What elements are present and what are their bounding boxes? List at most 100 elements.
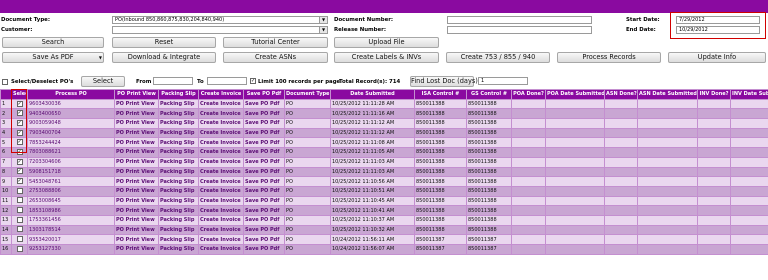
po-print-view-link[interactable]: PO Print View [114, 147, 159, 158]
po-print-view-link[interactable]: PO Print View [114, 156, 159, 168]
row-checkbox[interactable] [16, 226, 23, 233]
process-po-link[interactable]: 1753361456 [27, 214, 115, 226]
row-checkbox[interactable]: ✓ [16, 139, 23, 146]
reset-button[interactable]: Reset [112, 37, 216, 48]
row-checkbox[interactable] [16, 236, 23, 243]
process-records-button[interactable]: Process Records [557, 52, 661, 63]
packing-slip-link[interactable]: Packing Slip [158, 176, 199, 187]
packing-slip-link[interactable]: Packing Slip [158, 98, 199, 110]
row-checkbox[interactable]: ✓ [16, 129, 23, 136]
packing-slip-link[interactable]: Packing Slip [158, 156, 199, 168]
create-invoice-link[interactable]: Create Invoice [198, 166, 244, 178]
release-number-input[interactable] [447, 26, 592, 34]
save-po-pdf-link[interactable]: Save PO Pdf [243, 185, 285, 197]
packing-slip-link[interactable]: Packing Slip [158, 234, 199, 245]
po-print-view-link[interactable]: PO Print View [114, 166, 159, 178]
from-input[interactable] [153, 77, 193, 85]
process-po-link[interactable]: 9353420017 [27, 234, 115, 245]
row-checkbox[interactable]: ✓ [16, 110, 23, 117]
search-button[interactable]: Search [2, 37, 104, 48]
packing-slip-link[interactable]: Packing Slip [158, 195, 199, 207]
process-po-link[interactable]: 1853108986 [27, 205, 115, 216]
save-po-pdf-link[interactable]: Save PO Pdf [243, 205, 285, 216]
packing-slip-link[interactable]: Packing Slip [158, 147, 199, 158]
packing-slip-link[interactable]: Packing Slip [158, 214, 199, 226]
row-checkbox[interactable]: ✓ [16, 168, 23, 175]
save-po-pdf-link[interactable]: Save PO Pdf [243, 147, 285, 158]
packing-slip-link[interactable]: Packing Slip [158, 185, 199, 197]
create-invoice-link[interactable]: Create Invoice [198, 118, 244, 129]
create-invoice-link[interactable]: Create Invoice [198, 98, 244, 110]
tutorial-center-button[interactable]: Tutorial Center [223, 37, 328, 48]
limit-checkbox[interactable]: ✓ [250, 78, 256, 84]
save-po-pdf-link[interactable]: Save PO Pdf [243, 118, 285, 129]
po-print-view-link[interactable]: PO Print View [114, 98, 159, 110]
create-labels-invs-button[interactable]: Create Labels & INVs [334, 52, 439, 63]
process-po-link[interactable]: 2653008645 [27, 195, 115, 207]
days-input[interactable]: 1 [478, 77, 528, 85]
row-checkbox[interactable]: ✓ [16, 100, 23, 107]
packing-slip-link[interactable]: Packing Slip [158, 166, 199, 178]
po-print-view-link[interactable]: PO Print View [114, 214, 159, 226]
po-print-view-link[interactable]: PO Print View [114, 244, 159, 255]
create-invoice-link[interactable]: Create Invoice [198, 185, 244, 197]
create-asns-button[interactable]: Create ASNs [223, 52, 328, 63]
find-lost-doc-button[interactable]: Find Lost Doc (days) [410, 76, 478, 87]
save-po-pdf-link[interactable]: Save PO Pdf [243, 195, 285, 207]
po-print-view-link[interactable]: PO Print View [114, 118, 159, 129]
save-po-pdf-link[interactable]: Save PO Pdf [243, 137, 285, 149]
save-po-pdf-link[interactable]: Save PO Pdf [243, 156, 285, 168]
save-po-pdf-link[interactable]: Save PO Pdf [243, 127, 285, 139]
process-po-link[interactable]: 9403400650 [27, 108, 115, 120]
save-po-pdf-link[interactable]: Save PO Pdf [243, 214, 285, 226]
po-print-view-link[interactable]: PO Print View [114, 137, 159, 149]
customer-select[interactable]: ▼ [112, 26, 328, 34]
save-po-pdf-link[interactable]: Save PO Pdf [243, 98, 285, 110]
save-as-pdf-button[interactable]: Save As PDF ▼ [2, 52, 104, 63]
create-invoice-link[interactable]: Create Invoice [198, 127, 244, 139]
download-integrate-button[interactable]: Download & Integrate [112, 52, 216, 63]
packing-slip-link[interactable]: Packing Slip [158, 244, 199, 255]
row-checkbox[interactable]: ✓ [16, 178, 23, 185]
create-invoice-link[interactable]: Create Invoice [198, 214, 244, 226]
create-invoice-link[interactable]: Create Invoice [198, 176, 244, 187]
packing-slip-link[interactable]: Packing Slip [158, 118, 199, 129]
select-deselect-checkbox[interactable] [2, 79, 8, 85]
create-invoice-link[interactable]: Create Invoice [198, 205, 244, 216]
row-checkbox[interactable]: ✓ [16, 119, 23, 126]
process-po-link[interactable]: 7203304606 [27, 156, 115, 168]
po-print-view-link[interactable]: PO Print View [114, 127, 159, 139]
po-print-view-link[interactable]: PO Print View [114, 234, 159, 245]
packing-slip-link[interactable]: Packing Slip [158, 224, 199, 236]
save-po-pdf-link[interactable]: Save PO Pdf [243, 176, 285, 187]
save-po-pdf-link[interactable]: Save PO Pdf [243, 108, 285, 120]
process-po-link[interactable]: 5908151718 [27, 166, 115, 178]
select-button[interactable]: Select [81, 76, 125, 87]
po-print-view-link[interactable]: PO Print View [114, 195, 159, 207]
packing-slip-link[interactable]: Packing Slip [158, 127, 199, 139]
create-invoice-link[interactable]: Create Invoice [198, 156, 244, 168]
process-po-link[interactable]: 9603430036 [27, 98, 115, 110]
row-checkbox[interactable]: ✓ [16, 148, 23, 155]
po-print-view-link[interactable]: PO Print View [114, 176, 159, 187]
packing-slip-link[interactable]: Packing Slip [158, 205, 199, 216]
process-po-link[interactable]: 7853244424 [27, 137, 115, 149]
save-po-pdf-link[interactable]: Save PO Pdf [243, 224, 285, 236]
document-type-select[interactable]: PO(Inbound 850,860,875,830,204,840,940) … [112, 16, 328, 24]
packing-slip-link[interactable]: Packing Slip [158, 137, 199, 149]
process-po-link[interactable]: 2753088806 [27, 185, 115, 197]
packing-slip-link[interactable]: Packing Slip [158, 108, 199, 120]
create-invoice-link[interactable]: Create Invoice [198, 234, 244, 245]
process-po-link[interactable]: 7803088621 [27, 147, 115, 158]
po-print-view-link[interactable]: PO Print View [114, 224, 159, 236]
create-753-855-940-button[interactable]: Create 753 / 855 / 940 [446, 52, 550, 63]
process-po-link[interactable]: 5453048761 [27, 176, 115, 187]
row-checkbox[interactable]: ✓ [16, 158, 23, 165]
po-print-view-link[interactable]: PO Print View [114, 205, 159, 216]
create-invoice-link[interactable]: Create Invoice [198, 147, 244, 158]
row-checkbox[interactable] [16, 216, 23, 223]
process-po-link[interactable]: 9003059048 [27, 118, 115, 129]
create-invoice-link[interactable]: Create Invoice [198, 195, 244, 207]
document-number-input[interactable] [447, 16, 592, 24]
create-invoice-link[interactable]: Create Invoice [198, 108, 244, 120]
